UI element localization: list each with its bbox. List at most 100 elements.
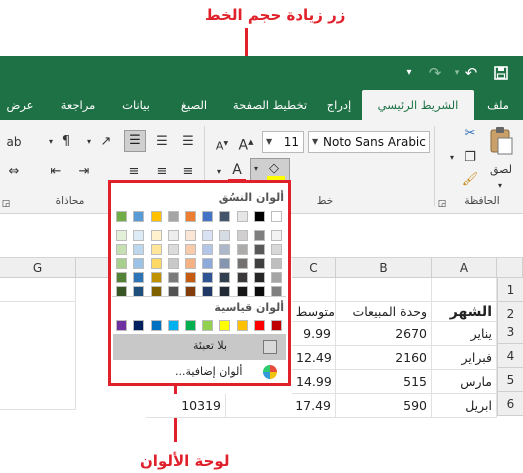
cell-a5[interactable]: مارس <box>432 370 497 394</box>
customize-qat-icon[interactable]: ▾ <box>398 56 420 90</box>
standard-color-swatch[interactable] <box>202 320 214 331</box>
cell-c2[interactable]: متوسط <box>292 302 336 322</box>
theme-shade-swatch[interactable] <box>150 230 162 241</box>
standard-color-swatch[interactable] <box>219 320 231 331</box>
wrap-text-icon[interactable]: ab <box>2 132 26 152</box>
rtl-icon[interactable]: ¶ <box>56 132 76 152</box>
cell-c6[interactable]: 17.49 <box>226 394 336 418</box>
grid-cell[interactable] <box>292 278 336 302</box>
tab-data[interactable]: بيانات <box>110 90 162 120</box>
theme-shade-swatch[interactable] <box>167 258 179 269</box>
theme-shade-swatch[interactable] <box>253 272 265 283</box>
theme-shade-swatch[interactable] <box>271 230 282 241</box>
align-left-icon[interactable]: ≡ <box>124 162 144 182</box>
theme-shade-swatch[interactable] <box>236 258 248 269</box>
theme-color-swatch[interactable] <box>167 211 179 222</box>
standard-color-swatch[interactable] <box>271 320 282 331</box>
theme-shade-swatch[interactable] <box>116 244 128 255</box>
fill-color-button[interactable]: ▾ ◇ <box>250 158 290 182</box>
grid-cell[interactable] <box>0 278 76 302</box>
tab-view[interactable]: عرض <box>0 90 40 120</box>
cell-c5[interactable]: 14.99 <box>292 370 336 394</box>
grid-cell[interactable] <box>336 278 432 302</box>
cell-a4[interactable]: فبراير <box>432 346 497 370</box>
theme-shade-swatch[interactable] <box>167 230 179 241</box>
undo-dropdown-icon[interactable]: ▾ <box>446 56 468 90</box>
theme-shade-swatch[interactable] <box>219 230 231 241</box>
no-fill-option[interactable]: بلا تعبئة <box>113 334 286 360</box>
font-size-combo[interactable]: ▼ 11 <box>262 131 304 153</box>
theme-shade-swatch[interactable] <box>236 230 248 241</box>
cell-a3[interactable]: يناير <box>432 322 497 346</box>
row-header-5[interactable]: 5 <box>497 368 523 392</box>
theme-shade-swatch[interactable] <box>167 272 179 283</box>
theme-color-swatch[interactable] <box>236 211 248 222</box>
theme-color-swatch[interactable] <box>253 211 265 222</box>
tab-file[interactable]: ملف <box>478 90 518 120</box>
theme-shade-swatch[interactable] <box>150 272 162 283</box>
standard-color-swatch[interactable] <box>150 320 162 331</box>
standard-color-swatch[interactable] <box>116 320 128 331</box>
theme-shade-swatch[interactable] <box>219 244 231 255</box>
column-header-a[interactable]: A <box>432 258 497 278</box>
cell-b2[interactable]: وحدة المبيعات <box>336 302 432 322</box>
theme-shade-swatch[interactable] <box>202 258 214 269</box>
theme-color-swatch[interactable] <box>133 211 145 222</box>
theme-shade-swatch[interactable] <box>219 258 231 269</box>
align-middle-icon[interactable]: ☰ <box>152 132 172 152</box>
theme-shade-swatch[interactable] <box>253 258 265 269</box>
theme-shade-swatch[interactable] <box>185 244 196 255</box>
align-bottom-icon[interactable]: ☰ <box>124 130 146 152</box>
font-size-dropdown-icon[interactable]: ▼ <box>266 132 272 152</box>
theme-shade-swatch[interactable] <box>116 258 128 269</box>
cell-b5[interactable]: 515 <box>336 370 432 394</box>
cut-icon[interactable]: ✂ <box>460 124 480 144</box>
theme-shade-swatch[interactable] <box>202 272 214 283</box>
theme-shade-swatch[interactable] <box>150 244 162 255</box>
standard-color-swatch[interactable] <box>236 320 248 331</box>
alignment-launcher-icon[interactable]: ◲ <box>0 194 12 214</box>
font-color-dropdown-icon[interactable]: ▾ <box>212 162 226 182</box>
more-colors-option[interactable]: ألوان إضافية... <box>113 362 286 384</box>
theme-shade-swatch[interactable] <box>271 272 282 283</box>
cell-c4[interactable]: 12.49 <box>292 346 336 370</box>
standard-color-swatch[interactable] <box>185 320 196 331</box>
outdent-icon[interactable]: ⇤ <box>46 162 66 182</box>
theme-shade-swatch[interactable] <box>133 258 145 269</box>
align-right-icon[interactable]: ≡ <box>178 162 198 182</box>
merge-icon[interactable]: ⇔ <box>4 162 24 182</box>
grow-font-button[interactable]: A▲ <box>236 132 256 154</box>
save-icon[interactable] <box>490 56 512 92</box>
theme-shade-swatch[interactable] <box>185 272 196 283</box>
cell-b4[interactable]: 2160 <box>336 346 432 370</box>
standard-color-swatch[interactable] <box>167 320 179 331</box>
theme-shade-swatch[interactable] <box>236 244 248 255</box>
tab-review[interactable]: مراجعة <box>50 90 106 120</box>
tab-formulas[interactable]: الصيغ <box>166 90 222 120</box>
theme-shade-swatch[interactable] <box>185 258 196 269</box>
copy-icon[interactable]: ❐ <box>460 148 480 168</box>
paste-dropdown-icon[interactable]: ▾ <box>490 176 510 196</box>
indent-icon[interactable]: ⇥ <box>74 162 94 182</box>
cell-c3[interactable]: 9.99 <box>292 322 336 346</box>
tab-home[interactable]: الشريط الرئيسي <box>362 90 474 120</box>
theme-shade-swatch[interactable] <box>150 258 162 269</box>
orientation-dropdown-icon[interactable]: ▾ <box>84 132 94 152</box>
theme-shade-swatch[interactable] <box>133 230 145 241</box>
theme-shade-swatch[interactable] <box>133 272 145 283</box>
theme-shade-swatch[interactable] <box>271 258 282 269</box>
paste-icon[interactable] <box>488 126 514 156</box>
cell-a6[interactable]: ابريل <box>432 394 497 418</box>
column-header-b[interactable]: B <box>336 258 432 278</box>
theme-shade-swatch[interactable] <box>271 244 282 255</box>
theme-shade-swatch[interactable] <box>167 244 179 255</box>
column-header-c[interactable]: C <box>292 258 336 278</box>
select-all-corner[interactable] <box>497 258 523 278</box>
font-name-dropdown-icon[interactable]: ▼ <box>312 132 318 152</box>
tab-insert[interactable]: إدراج <box>318 90 360 120</box>
theme-color-swatch[interactable] <box>202 211 214 222</box>
shrink-font-button[interactable]: A▼ <box>212 134 232 154</box>
tab-page-layout[interactable]: تخطيط الصفحة <box>224 90 316 120</box>
theme-shade-swatch[interactable] <box>253 230 265 241</box>
cell-b6[interactable]: 590 <box>336 394 432 418</box>
